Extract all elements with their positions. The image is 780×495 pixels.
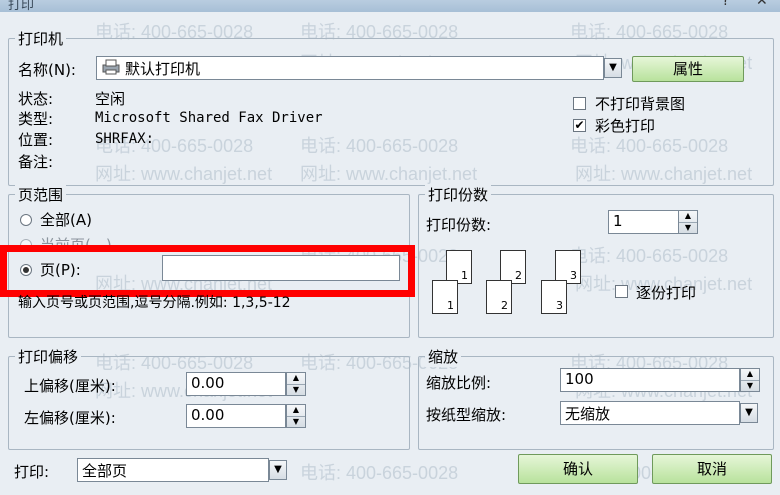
page-icon: 2 xyxy=(500,250,526,284)
printer-name-value: 默认打印机 xyxy=(125,60,201,78)
type-value: Microsoft Shared Fax Driver xyxy=(95,110,323,126)
no-background-label: 不打印背景图 xyxy=(595,95,686,113)
collate-checkbox[interactable] xyxy=(615,285,628,298)
printer-group-label: 打印机 xyxy=(15,28,67,49)
page-range-group-label: 页范围 xyxy=(15,184,67,205)
copies-label: 打印份数: xyxy=(426,216,492,234)
spin-down-icon[interactable]: ▼ xyxy=(287,385,305,396)
watermark-phone: 电话: 400-665-0028 xyxy=(300,463,459,483)
print-scope-select[interactable]: 全部页 xyxy=(77,458,269,482)
printer-name-label: 名称(N): xyxy=(18,61,76,79)
print-dialog: 电话: 400-665-0028 电话: 400-665-0028 电话: 40… xyxy=(0,12,780,495)
pages-radio[interactable] xyxy=(20,264,32,276)
title-bar: 打印 ? ✕ xyxy=(0,0,780,13)
top-offset-input[interactable]: 0.00 xyxy=(186,372,286,396)
print-scope-label: 打印: xyxy=(14,463,50,481)
color-print-label: 彩色打印 xyxy=(595,117,656,135)
ok-button[interactable]: 确认 xyxy=(518,454,638,484)
chevron-down-icon[interactable]: ▼ xyxy=(740,403,758,423)
left-offset-input[interactable]: 0.00 xyxy=(186,404,286,428)
color-print-checkbox[interactable]: ✔ xyxy=(573,119,586,132)
close-icon[interactable]: ✕ xyxy=(756,0,768,9)
page-icon: 1 xyxy=(432,280,458,314)
cancel-button[interactable]: 取消 xyxy=(652,454,772,484)
zoom-group-label: 缩放 xyxy=(425,346,462,367)
zoom-ratio-label: 缩放比例: xyxy=(426,374,492,392)
top-offset-label: 上偏移(厘米): xyxy=(24,377,116,395)
location-label: 位置: xyxy=(18,131,54,149)
chevron-down-icon[interactable]: ▼ xyxy=(604,58,622,78)
spin-up-icon[interactable]: ▲ xyxy=(679,211,697,223)
page-icon: 3 xyxy=(555,250,581,284)
pages-input[interactable] xyxy=(162,255,400,281)
properties-button[interactable]: 属性 xyxy=(632,56,744,82)
page-icon: 3 xyxy=(541,280,567,314)
page-icon: 2 xyxy=(486,280,512,314)
page-icon: 1 xyxy=(446,250,472,284)
all-pages-label: 全部(A) xyxy=(40,211,92,229)
copies-group-label: 打印份数 xyxy=(425,184,492,205)
copies-spinner[interactable]: ▲ ▼ xyxy=(678,210,698,234)
copies-input[interactable]: 1 xyxy=(608,210,680,234)
offset-group-label: 打印偏移 xyxy=(15,346,82,367)
spin-down-icon[interactable]: ▼ xyxy=(679,223,697,234)
type-label: 类型: xyxy=(18,110,54,128)
spin-up-icon[interactable]: ▲ xyxy=(741,369,759,381)
fit-paper-select[interactable]: 无缩放 xyxy=(560,401,740,425)
printer-icon xyxy=(102,59,120,75)
offset-group: 打印偏移 xyxy=(8,346,410,450)
page-range-hint: 输入页号或页范围,逗号分隔.例如: 1,3,5-12 xyxy=(18,295,291,311)
zoom-ratio-input[interactable]: 100 xyxy=(560,368,740,392)
spin-up-icon[interactable]: ▲ xyxy=(287,373,305,385)
spin-down-icon[interactable]: ▼ xyxy=(287,417,305,428)
no-background-checkbox[interactable] xyxy=(573,97,586,110)
help-icon[interactable]: ? xyxy=(722,0,729,9)
left-offset-spinner[interactable]: ▲ ▼ xyxy=(286,404,306,428)
spin-down-icon[interactable]: ▼ xyxy=(741,381,759,392)
spin-up-icon[interactable]: ▲ xyxy=(287,405,305,417)
all-pages-radio[interactable] xyxy=(20,214,32,226)
zoom-ratio-spinner[interactable]: ▲ ▼ xyxy=(740,368,760,392)
comment-label: 备注: xyxy=(18,153,54,171)
top-offset-spinner[interactable]: ▲ ▼ xyxy=(286,372,306,396)
chevron-down-icon[interactable]: ▼ xyxy=(269,460,287,480)
status-value: 空闲 xyxy=(95,90,126,108)
fit-paper-label: 按纸型缩放: xyxy=(426,406,507,424)
location-value: SHRFAX: xyxy=(95,131,155,147)
collate-label: 逐份打印 xyxy=(636,284,697,302)
left-offset-label: 左偏移(厘米): xyxy=(24,409,116,427)
pages-label: 页(P): xyxy=(40,261,81,279)
printer-name-select[interactable]: 默认打印机 xyxy=(96,56,604,80)
status-label: 状态: xyxy=(18,90,54,108)
